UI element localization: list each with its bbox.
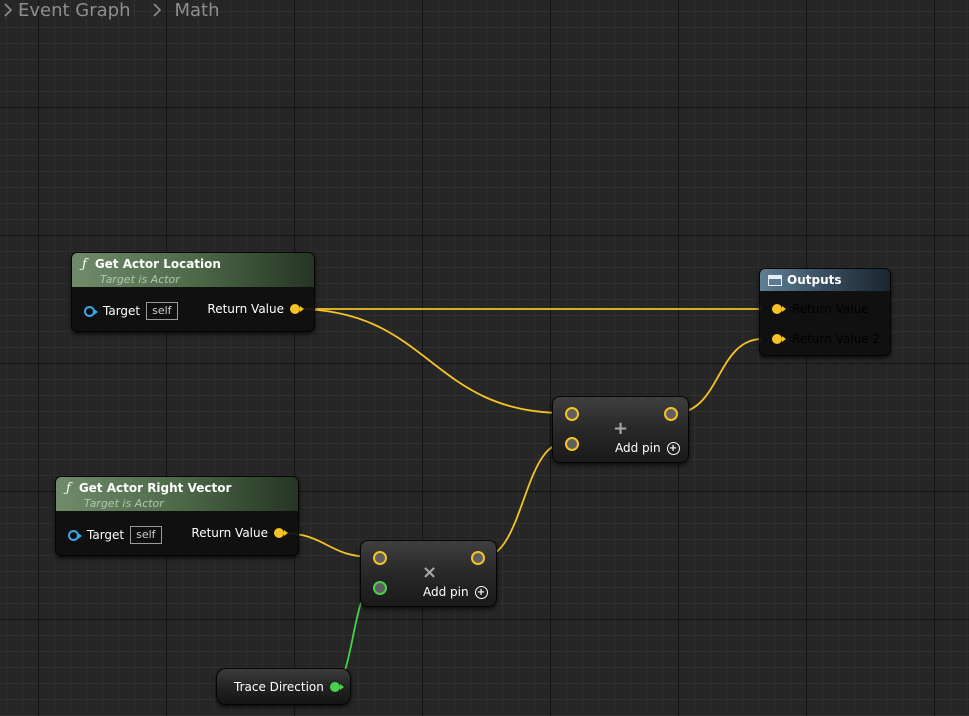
outputs-node[interactable]: Outputs Return Value Return Value 2 [759,268,891,356]
get-actor-right-vector-node[interactable]: ƒ Get Actor Right Vector Target is Actor … [55,476,299,556]
function-icon: ƒ [82,256,87,272]
wire-location-to-add [295,308,565,414]
add-circle-icon: + [666,441,680,455]
node-header: ƒ Get Actor Right Vector Target is Actor [56,477,298,511]
add-pin-label: Add pin [615,441,661,455]
multiply-input-pin-a[interactable] [373,551,387,565]
wires [280,308,763,687]
return-value-label: Return Value [207,302,284,316]
outputs-title: Outputs [787,273,842,287]
node-title: Get Actor Location [94,257,221,271]
outputs-header: Outputs [760,269,890,291]
return-row: Return Value [207,299,304,319]
target-pin[interactable] [68,529,82,541]
output-pin[interactable] [772,304,786,314]
target-label: Target [87,528,125,542]
target-row: Target self [68,525,162,545]
return-value-pin[interactable] [290,304,304,314]
output-label: Return Value 2 [792,332,881,346]
multiply-input-pin-b[interactable] [373,581,387,595]
node-title: Get Actor Right Vector [78,481,232,495]
add-circle-icon: + [474,585,488,599]
variable-output-pin[interactable] [329,682,344,692]
return-value-label: Return Value [191,526,268,540]
output-pin[interactable] [772,334,786,344]
target-pin[interactable] [84,305,98,317]
add-pin-button[interactable]: Add pin + [423,585,488,599]
target-self-field[interactable]: self [130,526,162,544]
add-input-pin-b[interactable] [565,437,579,451]
add-pin-button[interactable]: Add pin + [615,441,680,455]
function-icon: ƒ [66,480,71,496]
target-label: Target [103,304,141,318]
output-row: Return Value [772,299,869,319]
multiply-output-pin[interactable] [471,551,485,565]
add-output-pin[interactable] [664,407,678,421]
variable-label: Trace Direction [234,680,324,694]
multiply-icon: × [422,562,438,583]
wire-multiply-to-add [482,442,565,558]
add-input-pin-a[interactable] [565,407,579,421]
return-value-pin[interactable] [274,528,288,538]
output-icon [768,274,782,286]
return-row: Return Value [191,523,288,543]
add-node[interactable]: + Add pin + [552,396,689,463]
multiply-node[interactable]: × Add pin + [360,540,497,607]
variable-row: Trace Direction [234,677,344,697]
output-row: Return Value 2 [772,329,880,349]
node-header: ƒ Get Actor Location Target is Actor [72,253,314,287]
get-actor-location-node[interactable]: ƒ Get Actor Location Target is Actor Targ… [71,252,315,332]
target-row: Target self [84,301,178,321]
trace-direction-node[interactable]: Trace Direction [216,668,351,705]
node-subtitle: Target is Actor [100,273,180,286]
target-self-field[interactable]: self [146,302,178,320]
node-subtitle: Target is Actor [84,497,164,510]
add-pin-label: Add pin [423,585,469,599]
plus-icon: + [613,418,629,439]
output-label: Return Value [792,302,869,316]
